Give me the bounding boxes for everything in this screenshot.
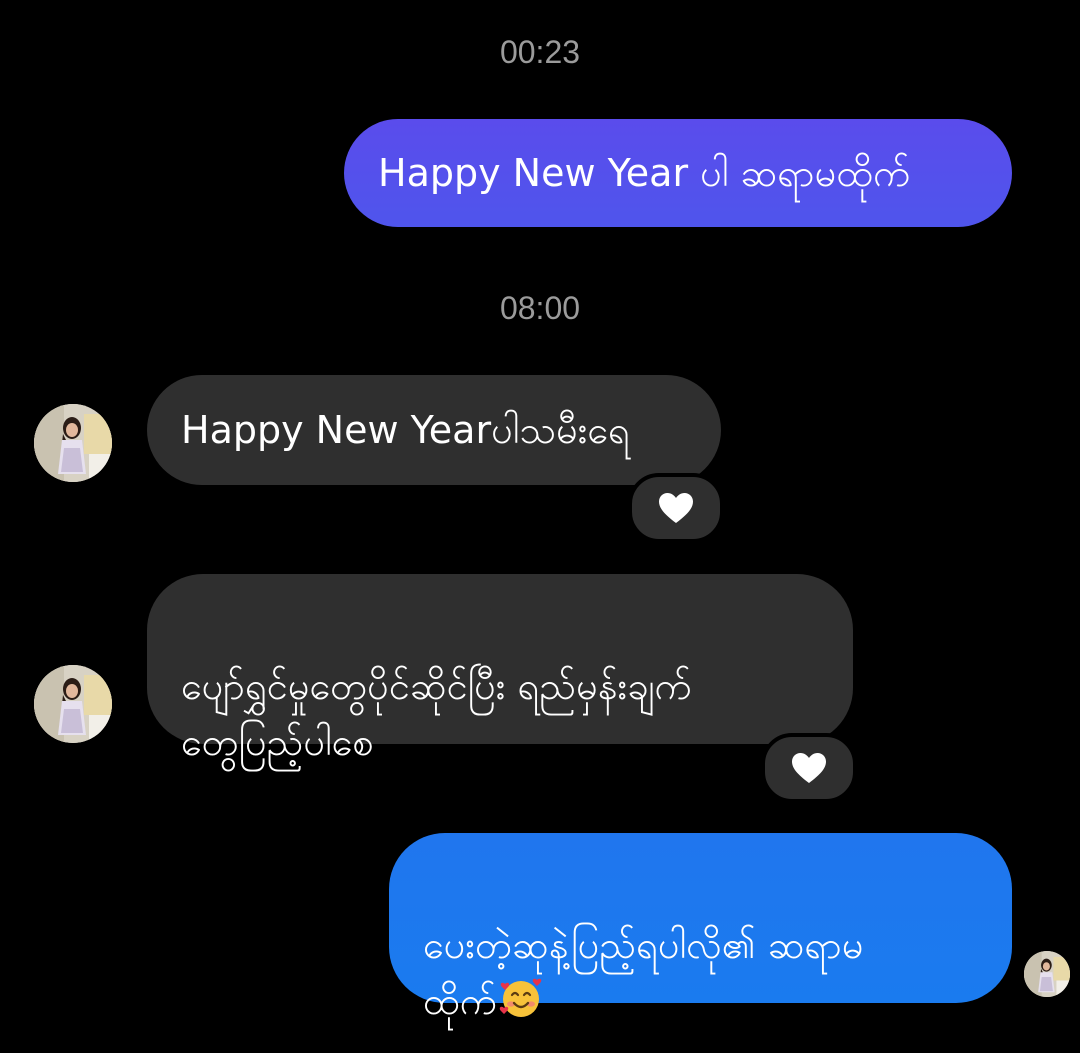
received-message-bubble[interactable]: ပျော်ရွှင်မှုတွေပိုင်ဆိုင်ပြီး ရည်မှန်းခ…	[147, 574, 853, 764]
smiling-face-with-hearts-icon	[499, 978, 542, 1017]
message-text: Happy New Year ပါ ဆရာမထိုက်	[378, 151, 911, 195]
white-heart-icon	[792, 753, 826, 783]
white-heart-icon	[659, 493, 693, 523]
message-reaction[interactable]	[761, 733, 857, 803]
message-text: ပျော်ရွှင်မှုတွေပိုင်ဆိုင်ပြီး ရည်မှန်းခ…	[181, 664, 692, 764]
sent-message-bubble[interactable]: Happy New Year ပါ ဆရာမထိုက်	[344, 119, 1012, 227]
read-receipt-avatar	[1024, 951, 1070, 997]
sent-message-bubble[interactable]: ပေးတဲ့ဆုနဲ့ပြည့်ရပါလို၏ ဆရာမ ထိုက်	[389, 833, 1012, 1023]
timestamp: 00:23	[499, 34, 581, 70]
avatar-photo	[34, 665, 112, 743]
avatar-photo	[34, 404, 112, 482]
contact-avatar[interactable]	[34, 404, 112, 482]
message-text: ပေးတဲ့ဆုနဲ့ပြည့်ရပါလို၏ ဆရာမ ထိုက်	[423, 923, 864, 1023]
avatar-photo	[1024, 951, 1070, 997]
message-text: Happy New Yearပါသမီးရေ	[181, 408, 630, 452]
contact-avatar[interactable]	[34, 665, 112, 743]
timestamp: 08:00	[499, 290, 581, 326]
received-message-bubble[interactable]: Happy New Yearပါသမီးရေ	[147, 375, 721, 485]
message-reaction[interactable]	[628, 473, 724, 543]
